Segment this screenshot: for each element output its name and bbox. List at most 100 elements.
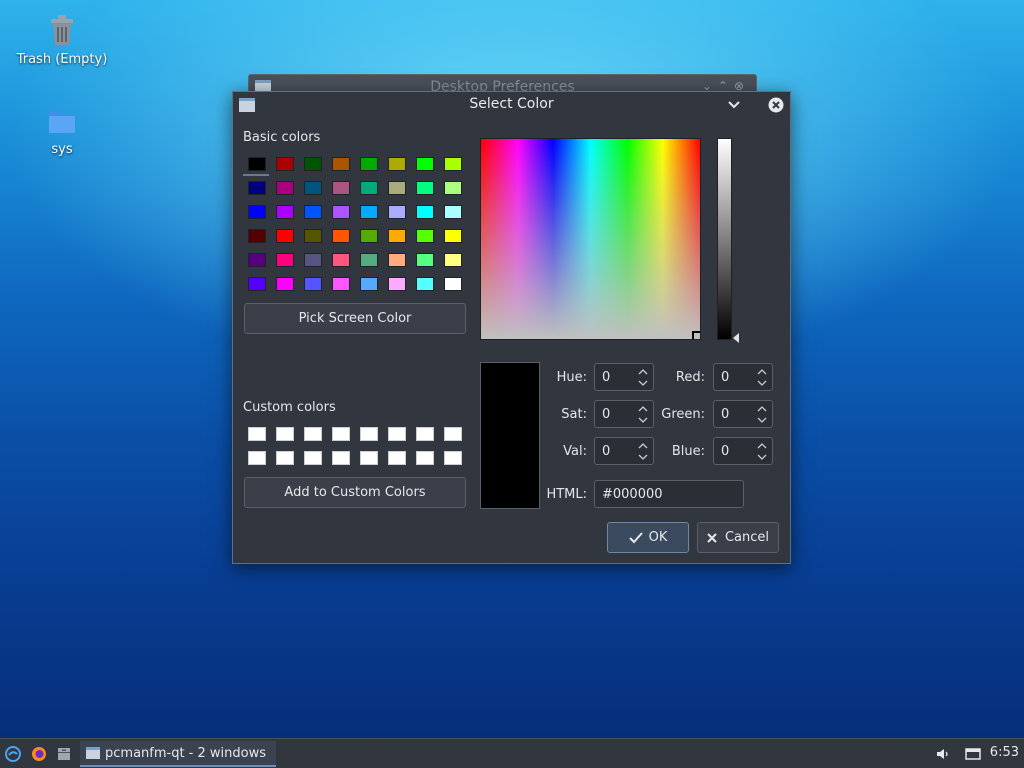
custom-color-swatch[interactable]	[439, 422, 467, 446]
clock[interactable]: 6:53	[990, 745, 1019, 760]
basic-color-swatch[interactable]	[271, 248, 299, 272]
custom-color-swatch[interactable]	[411, 422, 439, 446]
basic-color-swatch[interactable]	[439, 200, 467, 224]
custom-color-swatch[interactable]	[383, 422, 411, 446]
basic-color-swatch[interactable]	[299, 176, 327, 200]
basic-color-swatch[interactable]	[327, 272, 355, 296]
custom-color-swatch[interactable]	[439, 446, 467, 470]
basic-color-swatch[interactable]	[411, 224, 439, 248]
basic-color-swatch[interactable]	[243, 176, 271, 200]
spin-down-icon[interactable]	[756, 377, 768, 388]
volume-button[interactable]	[934, 745, 952, 763]
html-color-input[interactable]: #000000	[594, 480, 744, 508]
cancel-button[interactable]: Cancel	[697, 522, 779, 553]
custom-color-swatch[interactable]	[243, 446, 271, 470]
basic-color-swatch[interactable]	[383, 152, 411, 176]
start-menu-button[interactable]	[4, 745, 22, 763]
sat-spinbox[interactable]: 0	[594, 400, 654, 428]
basic-color-swatch[interactable]	[411, 152, 439, 176]
blue-spinbox[interactable]: 0	[713, 437, 773, 465]
basic-color-swatch[interactable]	[271, 224, 299, 248]
basic-color-swatch[interactable]	[411, 176, 439, 200]
spin-down-icon[interactable]	[637, 414, 649, 425]
spin-down-icon[interactable]	[756, 414, 768, 425]
basic-color-swatch[interactable]	[299, 224, 327, 248]
spin-down-icon[interactable]	[637, 377, 649, 388]
custom-color-swatch[interactable]	[299, 422, 327, 446]
spin-down-icon[interactable]	[637, 451, 649, 462]
desktop-item-trash[interactable]: Trash (Empty)	[14, 14, 110, 67]
color-spectrum[interactable]	[480, 138, 701, 340]
basic-color-swatch[interactable]	[243, 272, 271, 296]
custom-color-swatch[interactable]	[355, 422, 383, 446]
basic-color-swatch[interactable]	[243, 224, 271, 248]
basic-color-swatch[interactable]	[271, 152, 299, 176]
custom-color-swatch[interactable]	[327, 446, 355, 470]
basic-color-swatch[interactable]	[243, 152, 271, 176]
desktop-item-sys[interactable]: sys	[14, 106, 110, 157]
spectrum-crosshair[interactable]	[692, 331, 700, 339]
basic-color-swatch[interactable]	[299, 152, 327, 176]
spin-up-icon[interactable]	[637, 403, 649, 414]
basic-color-swatch[interactable]	[439, 152, 467, 176]
spin-up-icon[interactable]	[637, 440, 649, 451]
basic-color-swatch[interactable]	[439, 272, 467, 296]
custom-color-swatch[interactable]	[271, 422, 299, 446]
basic-color-swatch[interactable]	[439, 176, 467, 200]
custom-color-swatch[interactable]	[299, 446, 327, 470]
keyboard-indicator[interactable]	[964, 745, 982, 763]
dialog-titlebar[interactable]: Select Color	[233, 92, 790, 118]
luminance-slider-handle[interactable]	[733, 333, 739, 343]
basic-color-swatch[interactable]	[243, 200, 271, 224]
spin-up-icon[interactable]	[637, 366, 649, 377]
custom-color-swatch[interactable]	[271, 446, 299, 470]
minimize-button[interactable]	[725, 96, 743, 114]
basic-color-swatch[interactable]	[355, 176, 383, 200]
basic-color-swatch[interactable]	[299, 200, 327, 224]
basic-color-swatch[interactable]	[327, 224, 355, 248]
spin-down-icon[interactable]	[756, 451, 768, 462]
file-manager-launcher[interactable]	[55, 745, 73, 763]
basic-color-swatch[interactable]	[271, 176, 299, 200]
basic-color-swatch[interactable]	[355, 224, 383, 248]
spin-up-icon[interactable]	[756, 440, 768, 451]
basic-color-swatch[interactable]	[299, 248, 327, 272]
basic-color-swatch[interactable]	[439, 248, 467, 272]
basic-color-swatch[interactable]	[327, 152, 355, 176]
basic-color-swatch[interactable]	[439, 224, 467, 248]
basic-color-swatch[interactable]	[271, 200, 299, 224]
luminance-slider[interactable]	[717, 138, 732, 340]
basic-color-swatch[interactable]	[411, 272, 439, 296]
basic-color-swatch[interactable]	[355, 272, 383, 296]
green-spinbox[interactable]: 0	[713, 400, 773, 428]
spin-up-icon[interactable]	[756, 403, 768, 414]
basic-color-swatch[interactable]	[383, 176, 411, 200]
taskbar-window-group[interactable]: pcmanfm-qt - 2 windows	[80, 741, 276, 767]
custom-color-swatch[interactable]	[243, 422, 271, 446]
custom-color-swatch[interactable]	[355, 446, 383, 470]
pick-screen-color-button[interactable]: Pick Screen Color	[244, 303, 466, 334]
spin-up-icon[interactable]	[756, 366, 768, 377]
basic-color-swatch[interactable]	[299, 272, 327, 296]
ok-button[interactable]: OK	[607, 522, 689, 553]
basic-color-swatch[interactable]	[383, 200, 411, 224]
basic-color-swatch[interactable]	[383, 272, 411, 296]
basic-color-swatch[interactable]	[355, 200, 383, 224]
basic-color-swatch[interactable]	[411, 248, 439, 272]
custom-color-swatch[interactable]	[411, 446, 439, 470]
basic-color-swatch[interactable]	[327, 176, 355, 200]
custom-color-swatch[interactable]	[327, 422, 355, 446]
basic-color-swatch[interactable]	[383, 224, 411, 248]
basic-color-swatch[interactable]	[411, 200, 439, 224]
firefox-launcher[interactable]	[30, 745, 48, 763]
basic-color-swatch[interactable]	[355, 248, 383, 272]
basic-color-swatch[interactable]	[383, 248, 411, 272]
hue-spinbox[interactable]: 0	[594, 363, 654, 391]
basic-color-swatch[interactable]	[355, 152, 383, 176]
val-spinbox[interactable]: 0	[594, 437, 654, 465]
basic-color-swatch[interactable]	[327, 248, 355, 272]
basic-color-swatch[interactable]	[327, 200, 355, 224]
close-button[interactable]	[767, 96, 785, 114]
custom-color-swatch[interactable]	[383, 446, 411, 470]
add-to-custom-colors-button[interactable]: Add to Custom Colors	[244, 477, 466, 508]
